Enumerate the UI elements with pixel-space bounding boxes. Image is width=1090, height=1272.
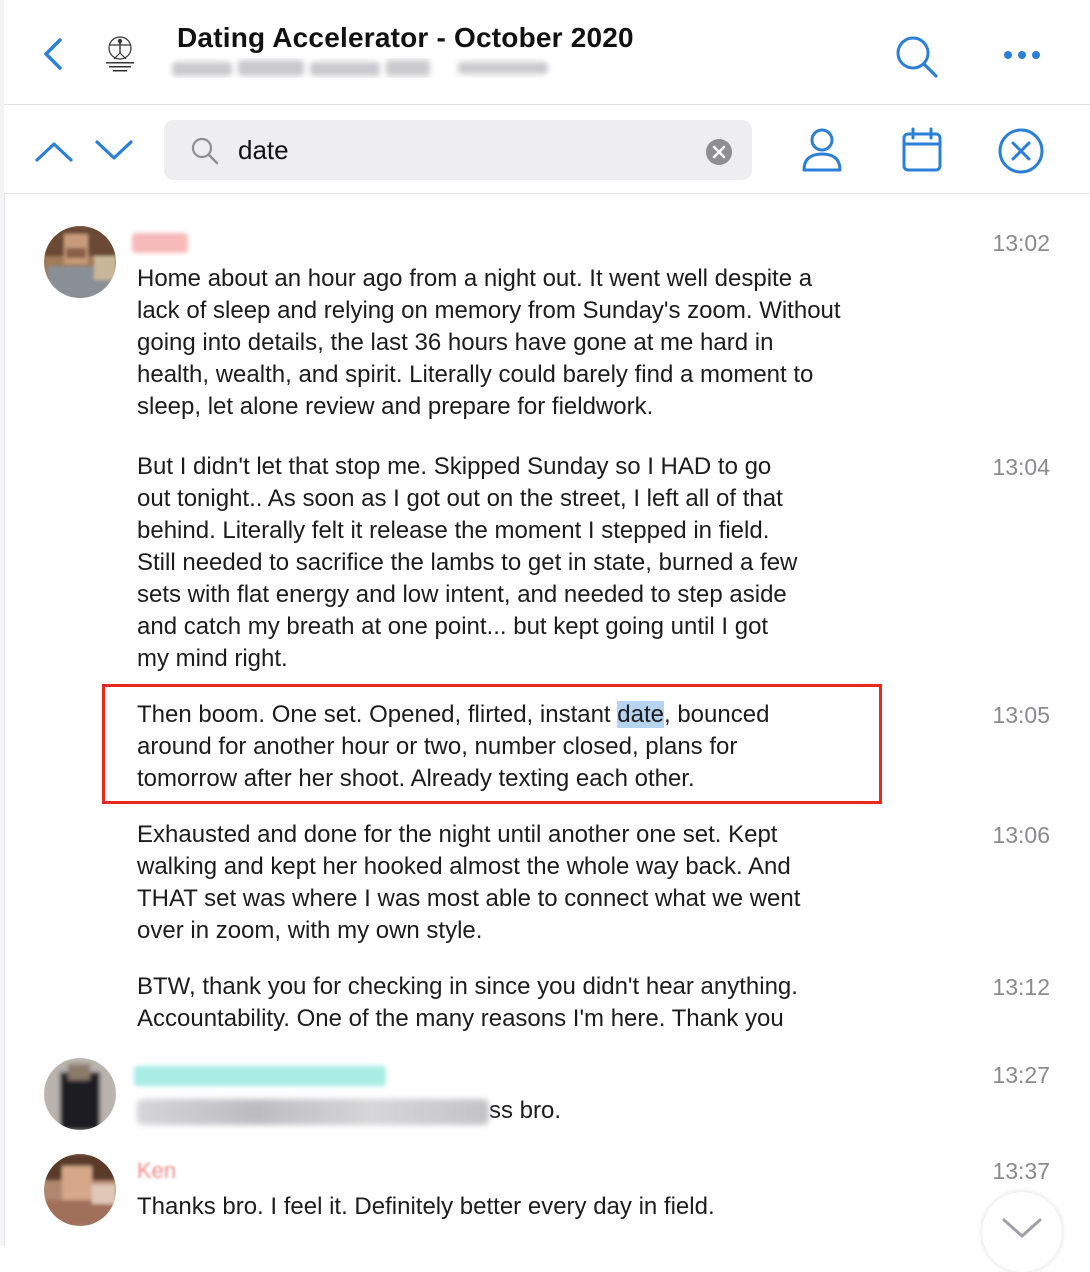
clear-search-button[interactable] [705,138,733,166]
message-text: Exhausted and done for the night until a… [137,821,801,944]
chat-subtitle-blurred [168,56,558,82]
previous-result-button[interactable] [32,134,76,170]
avatar[interactable] [44,1058,116,1130]
person-icon [802,128,842,172]
next-result-button[interactable] [92,134,136,170]
vitruvian-man-icon [106,36,134,72]
chevron-left-icon [44,38,62,70]
ellipsis-icon [1004,51,1040,59]
magnifier-icon [190,136,220,166]
close-circle-icon [998,128,1044,174]
message-time: 13:37 [992,1158,1050,1184]
message-time: 13:02 [992,230,1050,256]
sender-name: Ken [137,1158,177,1183]
calendar-icon [902,127,942,172]
more-options-button[interactable] [998,40,1046,70]
message-time: 13:06 [992,822,1050,848]
chevron-down-icon [1002,1218,1042,1238]
avatar[interactable] [44,226,116,298]
filter-by-user-button[interactable] [798,126,846,176]
annotation-highlight-box [102,684,882,804]
message-text: Thanks bro. I feel it. Definitely better… [137,1193,715,1220]
close-search-button[interactable] [996,126,1046,176]
chevron-down-icon [95,140,133,160]
message-time: 13:27 [992,1062,1050,1088]
search-button[interactable] [892,32,942,82]
sender-name-blurred [134,1066,386,1086]
filter-by-date-button[interactable] [898,126,946,176]
message-text: ss bro. [137,1095,561,1127]
back-button[interactable] [36,32,72,76]
message-time: 13:05 [992,702,1050,728]
sender-name-blurred [132,233,188,253]
blurred-text [137,1098,489,1125]
group-logo[interactable] [98,32,142,76]
avatar[interactable] [44,1154,116,1226]
message-text: Home about an hour ago from a night out.… [137,265,841,420]
clear-icon [706,139,732,165]
message-text: But I didn't let that stop me. Skipped S… [137,453,798,672]
scroll-to-bottom-button[interactable] [982,1192,1062,1272]
chevron-up-icon [35,142,73,162]
message-text: BTW, thank you for checking in since you… [137,973,798,1032]
message-time: 13:04 [992,454,1050,480]
search-input[interactable] [238,128,688,172]
chat-title: Dating Accelerator - October 2020 [177,22,634,53]
message-time: 13:12 [992,974,1050,1000]
search-icon [896,36,938,78]
